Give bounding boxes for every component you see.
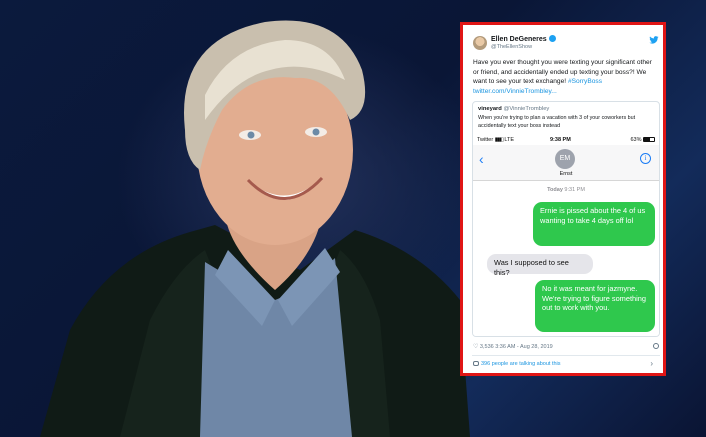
- tweet-card[interactable]: Ellen DeGeneres @TheEllenShow Have you e…: [460, 22, 666, 376]
- info-icon[interactable]: [653, 343, 659, 349]
- hashtag-link[interactable]: #SorryBoss: [568, 78, 602, 85]
- talking-link[interactable]: 396 people are talking about this: [473, 361, 561, 367]
- divider: [472, 355, 660, 356]
- back-to-app-label: Twitter: [477, 137, 494, 143]
- quoted-author[interactable]: vineyard @VinnieTrombley: [478, 106, 549, 112]
- message-bubble-received: Was I supposed to see this?: [487, 254, 593, 277]
- chevron-right-icon[interactable]: ›: [650, 359, 653, 368]
- tweet-url-link[interactable]: twitter.com/VinnieTrombley...: [473, 88, 557, 95]
- author-avatar[interactable]: [473, 36, 487, 50]
- comment-icon: [473, 361, 479, 366]
- info-icon: i: [640, 153, 651, 164]
- tweet-text: Have you ever thought you were texting y…: [473, 59, 652, 95]
- battery-icon: [643, 137, 655, 142]
- phone-time: 9:38 PM: [550, 137, 571, 143]
- message-bubble-sent: Ernie is pissed about the 4 of us wantin…: [533, 202, 655, 246]
- author-name[interactable]: Ellen DeGeneres: [491, 35, 556, 43]
- author-handle[interactable]: @TheEllenShow: [491, 44, 532, 50]
- contact-avatar: EM: [555, 149, 575, 169]
- message-bubble-sent: No it was meant for jazmyne. We're tryin…: [535, 280, 655, 332]
- verified-icon: [548, 35, 556, 42]
- quoted-tweet[interactable]: vineyard @VinnieTrombley When you're try…: [472, 101, 660, 337]
- back-chevron-icon: ‹: [479, 151, 484, 167]
- message-timestamp: Today 9:31 PM: [547, 187, 585, 193]
- like-count[interactable]: 3,536: [480, 344, 494, 350]
- heart-icon[interactable]: ♡: [473, 344, 478, 350]
- tweet-header: Ellen DeGeneres @TheEllenShow: [473, 35, 659, 59]
- conversation-header: ‹ EM Ernst i: [473, 145, 659, 181]
- phone-status-bar: Twitter ▮▮▮▯ LTE 9:38 PM 63%: [473, 135, 659, 145]
- quoted-text: When you're trying to plan a vacation wi…: [478, 115, 636, 129]
- post-date[interactable]: 3:36 AM - Aug 28, 2019: [495, 344, 553, 350]
- contact-name: Ernst: [559, 171, 573, 177]
- twitter-bird-icon[interactable]: [649, 35, 659, 45]
- imessage-screenshot: Twitter ▮▮▮▯ LTE 9:38 PM 63% ‹ EM Ernst …: [473, 135, 659, 336]
- tweet-meta: ♡ 3,536 3:36 AM - Aug 28, 2019: [473, 343, 659, 350]
